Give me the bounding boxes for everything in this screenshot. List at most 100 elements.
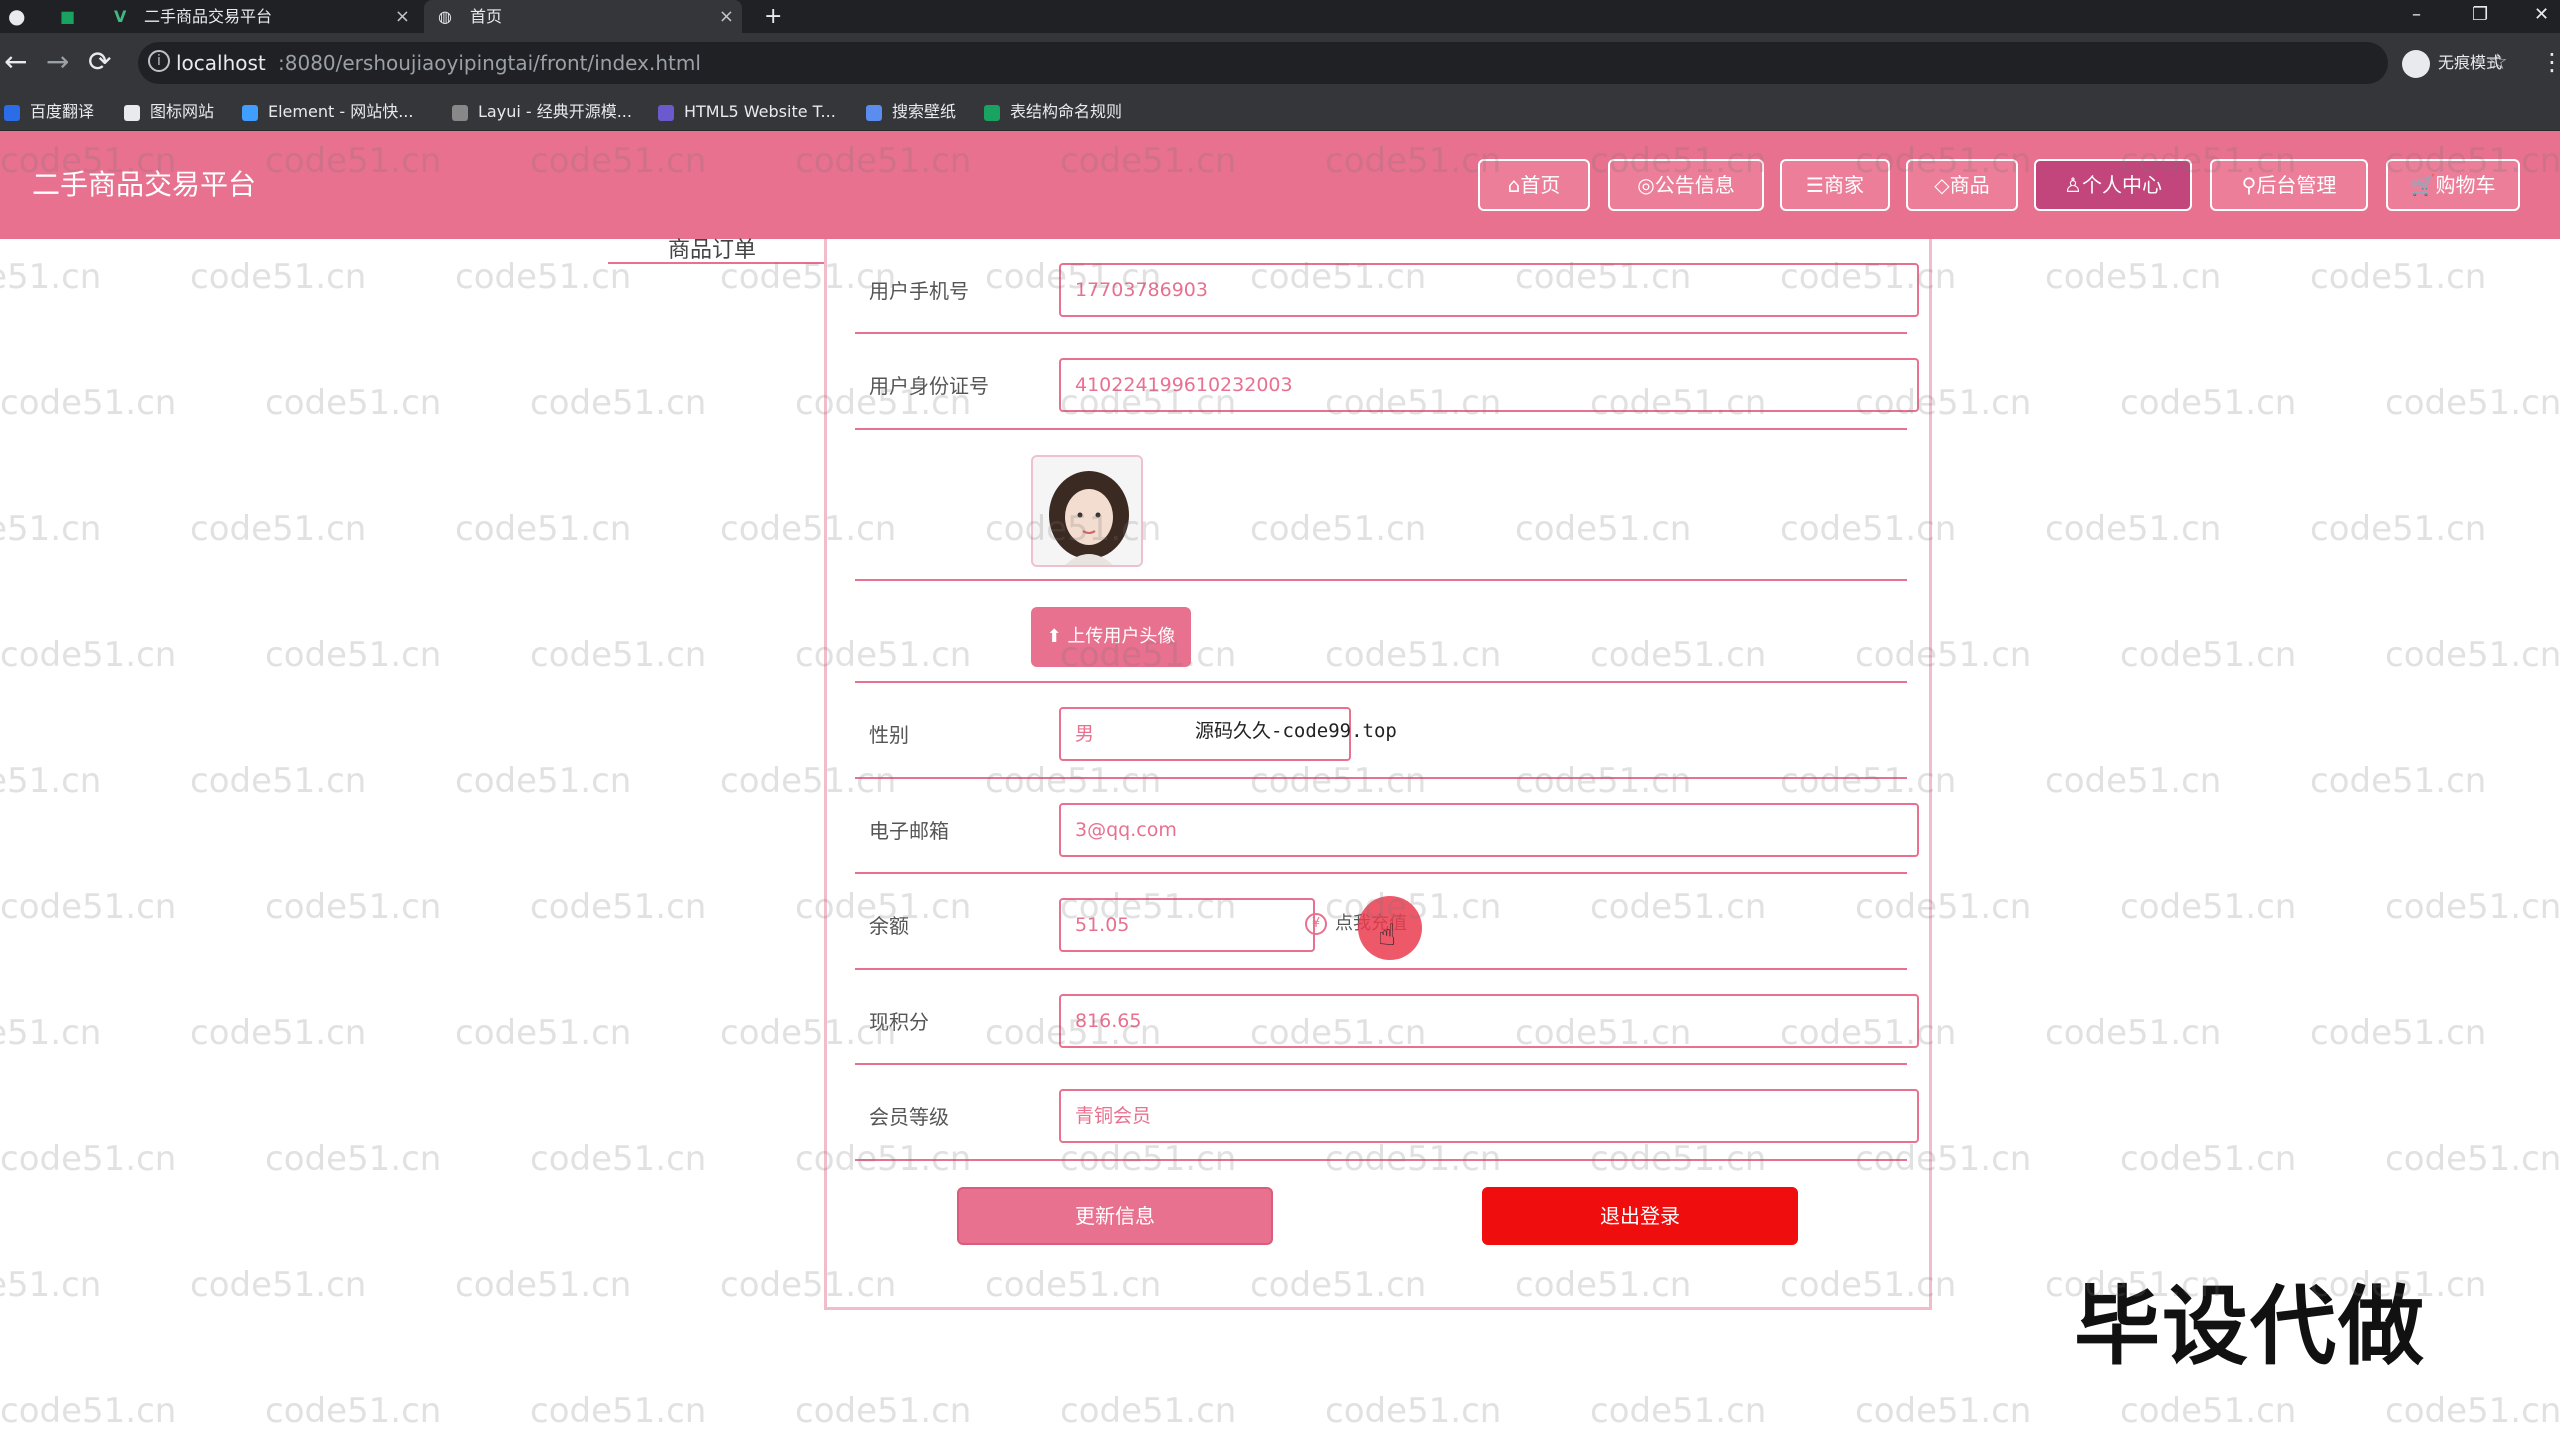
hand-cursor-icon: ☝ [1378,918,1397,953]
overlay-note: 源码久久-code99.top [1195,720,1397,742]
url-path: :8080/ershoujiaoyipingtai/front/index.ht… [278,51,701,75]
nav-announcements[interactable]: ◎公告信息 [1608,159,1764,211]
yuan-icon: ¥ [1305,913,1327,935]
browser-tab-2[interactable]: ◍ 首页 × [424,0,742,33]
form-row-email: 电子邮箱 3@qq.com [855,779,1919,874]
watermark-text: code51.cn [2310,1013,2487,1053]
member-level-input[interactable]: 青铜会员 [1059,1089,1919,1143]
points-label: 现积分 [869,1010,929,1034]
html5-icon [658,104,674,121]
sheet-icon [984,104,1000,121]
watermark-text: code51.cn [265,1139,442,1179]
nav-merchants[interactable]: ☰商家 [1780,159,1890,211]
watermark-text: code51.cn [455,509,632,549]
watermark-text: code51.cn [265,887,442,927]
sidebar-divider [608,262,826,264]
watermark-text: code51.cn [795,1391,972,1431]
bookmark-item[interactable]: 百度翻译 [4,93,94,131]
tab-title: 二手商品交易平台 [144,7,273,26]
watermark-text: code51.cn [190,257,367,297]
watermark-text: code51.cn [0,1265,102,1305]
nav-personal-center[interactable]: ♙个人中心 [2034,159,2192,211]
watermark-text: code51.cn [0,1013,102,1053]
back-button[interactable]: ← [4,47,27,77]
watermark-text: code51.cn [0,1391,177,1431]
new-tab-button[interactable]: + [764,0,782,33]
watermark-text: code51.cn [2045,509,2222,549]
bookmark-item[interactable]: Element - 网站快... [242,93,413,131]
watermark-text: code51.cn [2120,383,2297,423]
incognito-indicator[interactable]: 无痕模式 [2402,47,2502,79]
balance-label: 余额 [869,914,909,938]
watermark-text: code51.cn [265,383,442,423]
sidebar-item-orders[interactable]: 商品订单 [668,232,756,264]
nav-products[interactable]: ◇商品 [1906,159,2018,211]
update-info-button[interactable]: 更新信息 [957,1187,1273,1245]
email-input[interactable]: 3@qq.com [1059,803,1919,857]
restore-button[interactable]: ❐ [2472,0,2488,33]
minimize-button[interactable]: – [2412,0,2421,33]
element-icon [242,104,258,121]
flag-icon [124,104,140,121]
upload-avatar-label: 上传用户头像 [1067,626,1176,647]
form-row-member: 会员等级 青铜会员 [855,1065,1919,1161]
site-header: 二手商品交易平台 ⌂首页 ◎公告信息 ☰商家 ◇商品 ♙个人中心 ⚲后台管理 🛒… [0,131,2560,239]
watermark-text: code51.cn [0,509,102,549]
avatar-image [1033,457,1141,565]
watermark-text: code51.cn [2385,1139,2560,1179]
watermark-text: code51.cn [455,257,632,297]
bookmark-item[interactable]: HTML5 Website T... [658,93,836,131]
balance-input[interactable]: 51.05 [1059,898,1315,952]
watermark-text: code51.cn [2310,257,2487,297]
logout-button[interactable]: 退出登录 [1482,1187,1798,1245]
watermark-text: code51.cn [530,1139,707,1179]
reload-button[interactable]: ⟳ [88,47,111,77]
close-window-button[interactable]: ✕ [2534,0,2549,33]
watermark-text: code51.cn [2385,383,2560,423]
watermark-text: code51.cn [530,383,707,423]
idcard-input[interactable]: 410224199610232003 [1059,358,1919,412]
bookmark-item[interactable]: Layui - 经典开源模... [452,93,632,131]
idcard-label: 用户身份证号 [869,374,989,398]
site-title: 二手商品交易平台 [32,168,257,201]
bookmark-item[interactable]: 表结构命名规则 [984,93,1122,131]
address-bar-row: ← → ⟳ i localhost :8080/ershoujiaoyiping… [0,33,2560,93]
watermark-text: code51.cn [2310,761,2487,801]
bookmark-item[interactable]: 图标网站 [124,93,214,131]
nav-admin[interactable]: ⚲后台管理 [2210,159,2368,211]
upload-avatar-button[interactable]: ⬆ 上传用户头像 [1031,607,1191,667]
url-input[interactable]: i localhost :8080/ershoujiaoyipingtai/fr… [138,42,2508,84]
browser-tab-1[interactable]: V 二手商品交易平台 × [100,0,418,33]
phone-input[interactable]: 17703786903 [1059,263,1919,317]
form-row-phone: 用户手机号 17703786903 [855,239,1919,334]
sheet-tab-icon[interactable]: ■ [60,0,80,33]
nav-cart[interactable]: 🛒购物车 [2386,159,2520,211]
translate-icon [4,104,20,121]
forward-button[interactable]: → [46,47,69,77]
promo-text: 毕设代做 [2074,1277,2426,1377]
watermark-text: code51.cn [455,1013,632,1053]
bookmark-item[interactable]: 搜索壁纸 [866,93,956,131]
gender-label: 性别 [869,723,909,747]
watermark-text: code51.cn [2045,761,2222,801]
email-label: 电子邮箱 [869,819,949,843]
nav-home[interactable]: ⌂首页 [1478,159,1590,211]
incognito-icon [2402,49,2430,78]
site-info-icon[interactable]: i [148,50,170,72]
wallpaper-icon [866,104,882,121]
watermark-text: code51.cn [2120,1391,2297,1431]
points-input[interactable]: 816.65 [1059,994,1919,1048]
watermark-text: code51.cn [2385,887,2560,927]
tab-close-icon[interactable]: × [395,0,410,33]
watermark-text: code51.cn [265,1391,442,1431]
member-label: 会员等级 [869,1105,949,1129]
browser-tab-strip: ● ■ V 二手商品交易平台 × ◍ 首页 × + – ❐ ✕ [0,0,2560,33]
tab-close-icon[interactable]: × [719,0,734,33]
phone-label: 用户手机号 [869,279,969,303]
watermark-text: code51.cn [2385,635,2560,675]
browser-menu-icon[interactable]: ⋮ [2540,47,2560,77]
incognito-label: 无痕模式 [2438,53,2503,72]
watermark-text: code51.cn [190,761,367,801]
watermark-text: code51.cn [0,383,177,423]
profile-form: 用户手机号 17703786903 用户身份证号 410224199610232… [824,239,1932,1310]
